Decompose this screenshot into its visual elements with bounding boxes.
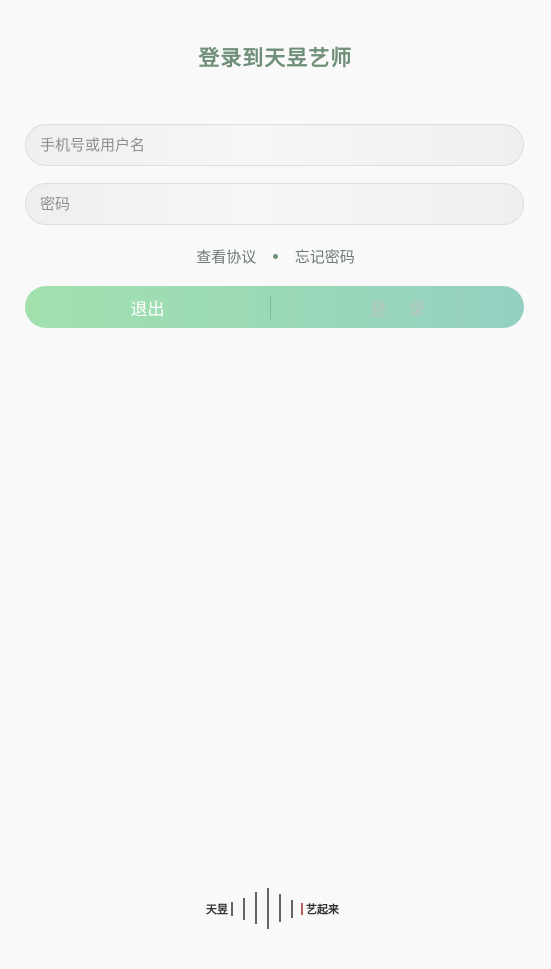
password-input[interactable]: [25, 183, 524, 225]
action-bar: 退出 登 录: [25, 286, 524, 328]
separator-dot: [273, 254, 278, 259]
brand-right-text: 艺起来: [306, 903, 339, 916]
exit-button[interactable]: 退出: [25, 295, 270, 320]
login-button[interactable]: 登 录: [271, 295, 524, 320]
auth-links: 查看协议 忘记密码: [0, 246, 551, 267]
page-title: 登录到天昱艺师: [198, 46, 353, 70]
brand-logo: 天昱 艺起来: [206, 888, 346, 930]
view-agreement-link[interactable]: 查看协议: [196, 246, 256, 267]
login-page: 登录到天昱艺师 查看协议 忘记密码 退出 登 录 天昱 艺起来: [0, 0, 551, 969]
username-input[interactable]: [25, 124, 524, 166]
forgot-password-link[interactable]: 忘记密码: [295, 246, 355, 267]
